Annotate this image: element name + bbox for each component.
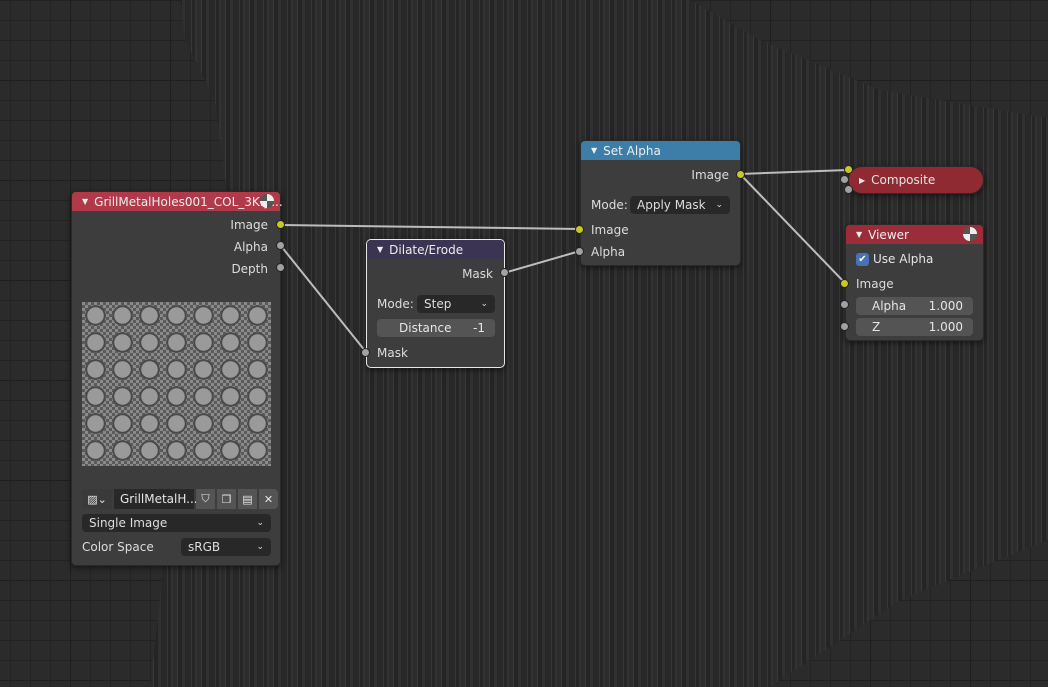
- set-alpha-image-output-socket[interactable]: [736, 170, 745, 179]
- set-alpha-node[interactable]: ▼ Set Alpha Image Mode: Apply Mask ⌄ Imag…: [580, 140, 741, 266]
- use-alpha-checkbox[interactable]: ✔ Use Alpha: [856, 252, 933, 266]
- set-alpha-image-input-socket[interactable]: [575, 225, 584, 234]
- collapse-icon[interactable]: ▼: [82, 197, 88, 206]
- image-browse-button[interactable]: ▨⌄: [82, 489, 112, 509]
- composite-alpha-socket[interactable]: [840, 175, 849, 184]
- distance-value: -1: [473, 321, 485, 335]
- dilate-erode-node[interactable]: ▼ Dilate/Erode Mask Mode: Step ⌄ Distance…: [366, 239, 505, 368]
- output-image-label: Image: [230, 218, 268, 232]
- set-alpha-header[interactable]: ▼ Set Alpha: [581, 141, 740, 160]
- collapse-icon[interactable]: ▼: [591, 146, 597, 155]
- close-icon[interactable]: ✕: [259, 489, 278, 509]
- input-image-label: Image: [591, 223, 629, 237]
- dilate-mask-input-socket[interactable]: [361, 348, 370, 357]
- node-title: Viewer: [868, 227, 909, 242]
- dilate-mask-output-socket[interactable]: [500, 268, 509, 277]
- dilate-node-header[interactable]: ▼ Dilate/Erode: [367, 240, 504, 259]
- chevron-down-icon: ⌄: [256, 518, 264, 528]
- alpha-label: Alpha: [872, 299, 907, 313]
- image-node-header[interactable]: ▼ GrillMetalHoles001_COL_3K.p...: [72, 192, 283, 211]
- source-dropdown[interactable]: Single Image ⌄: [82, 514, 271, 532]
- image-output-socket[interactable]: [276, 220, 285, 229]
- alpha-value: 1.000: [928, 299, 963, 313]
- link-setalpha-to-viewer[interactable]: [739, 173, 846, 284]
- node-title: Composite: [871, 173, 936, 187]
- open-folder-icon[interactable]: ▤: [238, 489, 257, 509]
- expand-icon[interactable]: ▶: [859, 176, 865, 185]
- viewer-alpha-socket[interactable]: [840, 300, 849, 309]
- use-alpha-label: Use Alpha: [873, 252, 934, 266]
- viewer-z-socket[interactable]: [840, 322, 849, 331]
- chevron-down-icon: ⌄: [256, 542, 264, 552]
- link-alpha-to-dilate[interactable]: [280, 245, 367, 353]
- duplicate-icon[interactable]: ❐: [217, 489, 236, 509]
- viewer-image-socket[interactable]: [840, 279, 849, 288]
- distance-label: Distance: [399, 321, 452, 335]
- depth-output-socket[interactable]: [276, 263, 285, 272]
- link-image-to-setalpha[interactable]: [280, 224, 581, 230]
- mode-dropdown[interactable]: Step ⌄: [417, 295, 495, 313]
- z-label: Z: [872, 320, 881, 334]
- mode-label: Mode:: [591, 198, 628, 212]
- output-alpha-label: Alpha: [233, 240, 268, 254]
- chevron-down-icon: ⌄: [480, 299, 488, 309]
- link-setalpha-to-composite[interactable]: [739, 169, 849, 175]
- collapse-icon[interactable]: ▼: [377, 245, 383, 254]
- composite-node[interactable]: ▶ Composite: [848, 166, 984, 194]
- set-alpha-alpha-input-socket[interactable]: [575, 247, 584, 256]
- collapse-icon[interactable]: ▼: [856, 230, 862, 239]
- image-node[interactable]: ▼ GrillMetalHoles001_COL_3K.p... Image A…: [71, 191, 283, 566]
- node-title: GrillMetalHoles001_COL_3K.p...: [94, 194, 283, 209]
- image-preview: [82, 302, 271, 466]
- composite-z-socket[interactable]: [844, 185, 853, 194]
- color-space-label: Color Space: [82, 540, 154, 554]
- z-value: 1.000: [928, 320, 963, 334]
- alpha-output-socket[interactable]: [276, 241, 285, 250]
- input-image-label: Image: [856, 277, 894, 291]
- image-datablock: ▨⌄ GrillMetalH... ⛉ ❐ ▤ ✕: [82, 489, 278, 509]
- mode-dropdown[interactable]: Apply Mask ⌄: [630, 196, 730, 214]
- output-mask-label: Mask: [462, 267, 493, 281]
- checkmark-icon: ✔: [856, 252, 869, 266]
- color-space-dropdown[interactable]: sRGB ⌄: [181, 538, 271, 556]
- node-title: Set Alpha: [603, 143, 661, 158]
- link-mask-to-alpha[interactable]: [503, 250, 581, 274]
- viewer-node[interactable]: ▼ Viewer ✔ Use Alpha Image Alpha 1.000 Z 1…: [845, 224, 984, 341]
- fake-user-shield-icon[interactable]: ⛉: [196, 489, 215, 509]
- node-title: Dilate/Erode: [389, 242, 464, 257]
- output-depth-label: Depth: [231, 262, 268, 276]
- alpha-field[interactable]: Alpha 1.000: [856, 297, 973, 315]
- viewer-header[interactable]: ▼ Viewer: [846, 225, 983, 244]
- mode-value: Apply Mask: [637, 198, 706, 212]
- mode-value: Step: [424, 297, 452, 311]
- input-alpha-label: Alpha: [591, 245, 626, 259]
- chevron-down-icon: ⌄: [715, 200, 723, 210]
- source-value: Single Image: [89, 516, 168, 530]
- color-space-value: sRGB: [188, 540, 221, 554]
- z-field[interactable]: Z 1.000: [856, 318, 973, 336]
- render-icon: [260, 194, 274, 208]
- image-name-field[interactable]: GrillMetalH...: [114, 489, 198, 509]
- output-image-label: Image: [691, 168, 729, 182]
- input-mask-label: Mask: [377, 346, 408, 360]
- render-icon: [963, 227, 977, 241]
- distance-field[interactable]: Distance -1: [377, 319, 495, 337]
- composite-image-socket[interactable]: [844, 165, 853, 174]
- mode-label: Mode:: [377, 297, 414, 311]
